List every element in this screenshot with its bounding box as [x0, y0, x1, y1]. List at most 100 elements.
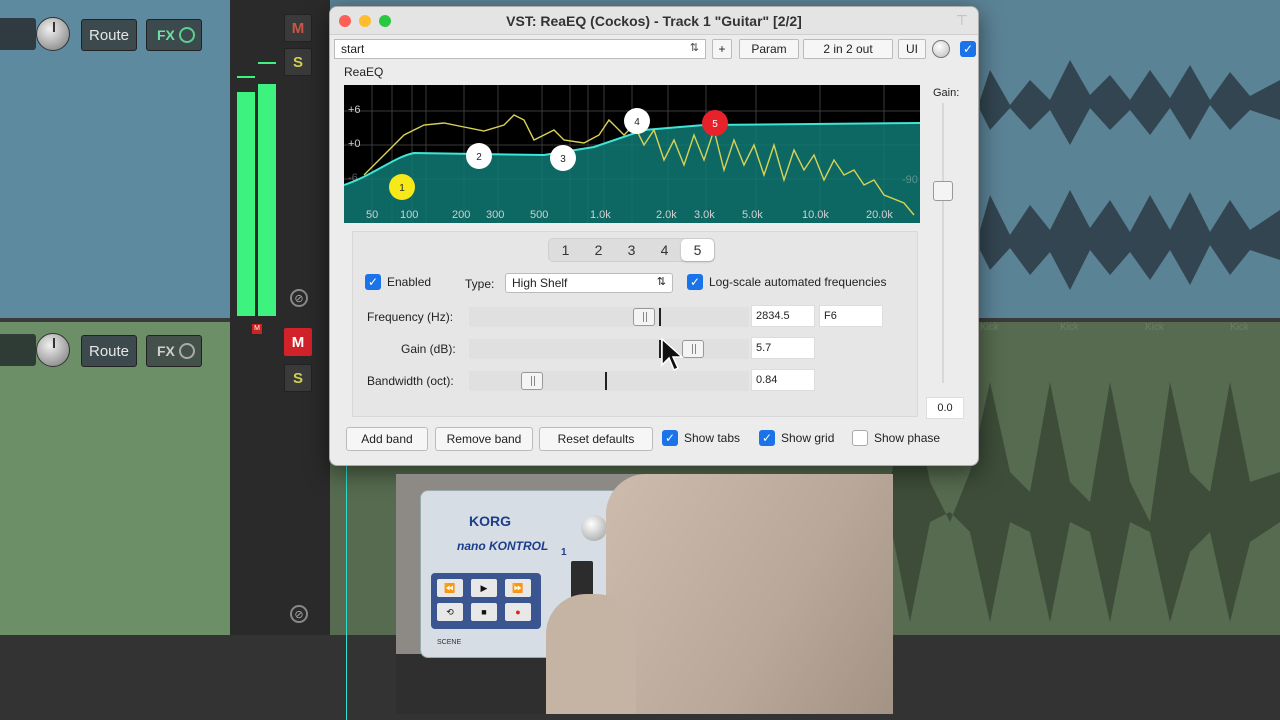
band5-label: 5	[712, 119, 718, 130]
type-select[interactable]: High Shelf ⇅	[505, 273, 673, 293]
add-preset-button[interactable]: +	[712, 39, 732, 59]
track1-volume-knob[interactable]	[36, 17, 70, 51]
gain-label: Gain:	[933, 87, 960, 99]
window-titlebar[interactable]: VST: ReaEQ (Cockos) - Track 1 "Guitar" […	[330, 7, 978, 35]
tab-band-3[interactable]: 3	[615, 239, 648, 261]
type-value: High Shelf	[512, 276, 568, 290]
korg-model-label: nano KONTROL	[457, 539, 549, 553]
show-tabs-checkbox[interactable]: ✓	[662, 430, 678, 446]
reset-defaults-button[interactable]: Reset defaults	[539, 427, 653, 451]
track1-meter-right	[258, 84, 276, 316]
gain-db-value-field[interactable]: 5.7	[751, 337, 815, 359]
enabled-checkbox[interactable]: ✓	[365, 274, 381, 290]
io-button[interactable]: 2 in 2 out	[803, 39, 893, 59]
bandwidth-slider-thumb[interactable]	[521, 372, 543, 390]
power-icon[interactable]	[179, 27, 195, 43]
item-label: Kick	[1230, 322, 1249, 333]
frequency-slider-thumb[interactable]	[633, 308, 655, 326]
band-panel: 1 2 3 4 5 ✓ Enabled Type: High Shelf ⇅ ✓…	[352, 231, 918, 417]
track1-fx-button[interactable]: FX	[146, 19, 202, 51]
db-label: +6	[348, 104, 361, 116]
track2-mute-button[interactable]: M	[284, 328, 312, 356]
db-label: -6	[348, 172, 358, 184]
track2-route-button[interactable]: Route	[81, 335, 137, 367]
enabled-label: Enabled	[387, 275, 432, 289]
minimize-button[interactable]	[359, 15, 371, 27]
mouse-cursor-icon	[661, 337, 684, 372]
bandwidth-value-field[interactable]: 0.84	[751, 369, 815, 391]
plugin-name: ReaEQ	[344, 65, 384, 79]
play-icon: ▶	[471, 579, 497, 597]
preset-dropdown[interactable]: start ⇅	[334, 39, 706, 59]
show-phase-label: Show phase	[874, 431, 941, 445]
close-button[interactable]	[339, 15, 351, 27]
item-label: Kick	[980, 322, 999, 333]
track2-volume-knob[interactable]	[36, 333, 70, 367]
gain-value-field[interactable]: 0.0	[926, 397, 964, 419]
track1-phase-icon[interactable]: ⊘	[290, 289, 308, 307]
ui-button[interactable]: UI	[898, 39, 926, 59]
bandwidth-label: Bandwidth (oct):	[367, 374, 454, 388]
param-button[interactable]: Param	[739, 39, 799, 59]
frequency-value-field[interactable]: 2834.5	[751, 305, 815, 327]
chevron-updown-icon: ⇅	[656, 276, 666, 288]
tab-band-5[interactable]: 5	[681, 239, 714, 261]
track2-name-field[interactable]	[0, 334, 36, 366]
show-grid-checkbox[interactable]: ✓	[759, 430, 775, 446]
eq-graph[interactable]: +6 +0 -6 50 100 200 300 500 1.0k 2.0k 3.…	[344, 85, 920, 223]
frequency-default-mark	[659, 308, 661, 326]
remove-band-button[interactable]: Remove band	[435, 427, 533, 451]
gain-db-label: Gain (dB):	[401, 342, 456, 356]
tab-band-1[interactable]: 1	[549, 239, 582, 261]
bandwidth-slider[interactable]	[469, 371, 749, 391]
track2-fx-button[interactable]: FX	[146, 335, 202, 367]
band2-label: 2	[476, 152, 482, 163]
band-tabs: 1 2 3 4 5	[548, 238, 715, 262]
zoom-button[interactable]	[379, 15, 391, 27]
frequency-note-field[interactable]: F6	[819, 305, 883, 327]
show-phase-checkbox[interactable]	[852, 430, 868, 446]
frequency-label: Frequency (Hz):	[367, 310, 454, 324]
bandwidth-default-mark	[605, 372, 607, 390]
freq-label: 10.0k	[802, 209, 829, 221]
gain-slider-thumb[interactable]	[933, 181, 953, 201]
freq-label: 200	[452, 209, 470, 221]
freq-label: 500	[530, 209, 548, 221]
transport-buttons: ⏪ ▶ ⏩ ⟲ ■ ●	[431, 573, 541, 629]
gain-slider-track[interactable]	[942, 103, 944, 383]
tab-band-2[interactable]: 2	[582, 239, 615, 261]
hand	[606, 474, 893, 714]
track1-route-button[interactable]: Route	[81, 19, 137, 51]
bypass-checkbox[interactable]: ✓	[960, 41, 976, 57]
logscale-checkbox[interactable]: ✓	[687, 274, 703, 290]
gain-db-slider[interactable]	[469, 339, 749, 359]
track1-fx-label: FX	[157, 27, 175, 43]
reaper-screen: Route FX M S ⊘ Route FX M M S ⊘ Kick Kic…	[0, 0, 1280, 720]
track1-name-field[interactable]	[0, 18, 36, 50]
record-icon: ●	[505, 603, 531, 621]
frequency-slider[interactable]	[469, 307, 749, 327]
track2-fx-label: FX	[157, 343, 175, 359]
chevron-updown-icon: ⇅	[689, 42, 699, 54]
logscale-label: Log-scale automated frequencies	[709, 275, 887, 289]
track1-solo-button[interactable]: S	[284, 48, 312, 76]
freq-label: 3.0k	[694, 209, 715, 221]
tab-band-4[interactable]: 4	[648, 239, 681, 261]
power-icon[interactable]	[179, 343, 195, 359]
show-phase-row: Show phase	[852, 430, 940, 446]
right-scale-label: -90	[902, 174, 918, 186]
track1-mute-button[interactable]: M	[284, 14, 312, 42]
gain-db-slider-thumb[interactable]	[682, 340, 704, 358]
item-labels: Kick Kick Kick Kick	[980, 322, 1280, 336]
show-tabs-row: ✓ Show tabs	[662, 430, 740, 446]
track2-solo-button[interactable]: S	[284, 364, 312, 392]
freq-label: 1.0k	[590, 209, 611, 221]
track1-peak-right	[258, 62, 276, 64]
add-band-button[interactable]: Add band	[346, 427, 428, 451]
track2-phase-icon[interactable]: ⊘	[290, 605, 308, 623]
loop-icon: ⟲	[437, 603, 463, 621]
pin-icon[interactable]: ⊤	[956, 12, 968, 29]
plugin-toolbar: start ⇅ + Param 2 in 2 out UI ✓	[334, 39, 976, 61]
wet-knob[interactable]	[932, 40, 950, 58]
channel-label: 1	[561, 547, 567, 558]
